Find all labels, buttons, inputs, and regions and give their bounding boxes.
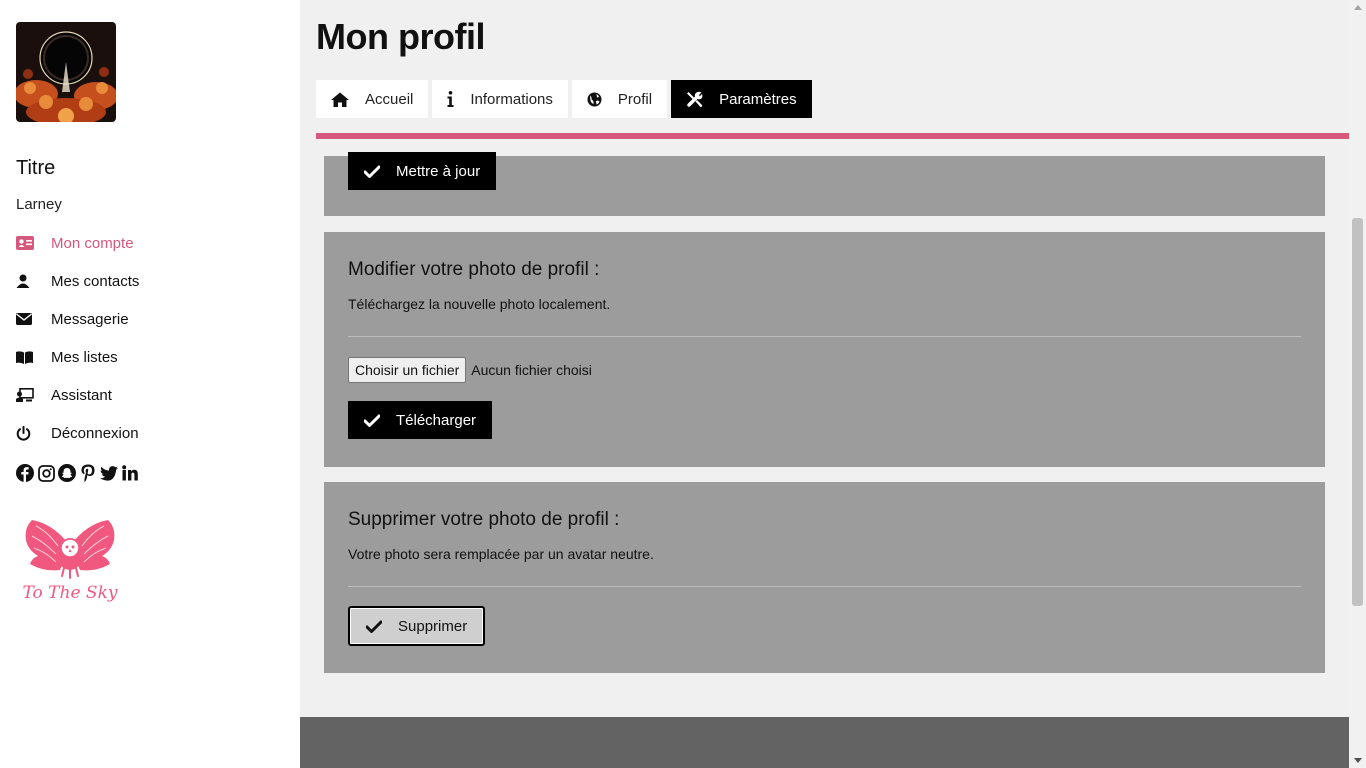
update-button[interactable]: Mettre à jour [348,152,497,190]
globe-icon [587,92,602,107]
id-card-icon [16,236,51,250]
social-links [16,463,139,483]
to-the-sky-logo: To The Sky [14,516,126,612]
upload-photo-card: Modifier votre photo de profil : Télécha… [324,232,1325,467]
tab-accueil[interactable]: Accueil [316,80,429,118]
envelope-icon [16,313,51,325]
button-label: Supprimer [398,617,468,635]
sidebar-item-mes-listes[interactable]: Mes listes [16,338,139,376]
tab-profil[interactable]: Profil [571,80,668,118]
button-label: Télécharger [396,411,477,429]
svg-text:To The Sky: To The Sky [23,583,118,603]
sidebar-item-label: Assistant [51,386,112,404]
file-status: Aucun fichier choisi [471,362,592,378]
tabs-accent-rule [316,133,1349,139]
site-title: Titre [16,157,56,179]
tab-informations[interactable]: Informations [432,80,568,118]
pinterest-icon[interactable] [79,463,97,483]
sidebar-item-mon-compte[interactable]: Mon compte [16,224,139,262]
sidebar-item-assistant[interactable]: Assistant [16,376,139,414]
choose-file-button[interactable]: Choisir un fichier [348,357,467,383]
button-label: Mettre à jour [396,162,481,180]
sidebar-item-label: Mes listes [51,348,118,366]
delete-photo-card: Supprimer votre photo de profil : Votre … [324,482,1325,673]
instagram-icon[interactable] [37,463,55,483]
tab-label: Profil [617,90,653,108]
scroll-down-arrow-icon[interactable] [1353,756,1362,764]
scroll-thumb[interactable] [1352,218,1363,606]
check-icon [364,165,380,178]
tab-label: Paramètres [719,90,797,108]
delete-button[interactable]: Supprimer [348,606,486,646]
upload-button[interactable]: Télécharger [348,401,493,439]
scroll-up-arrow-icon[interactable] [1353,3,1362,11]
home-icon [331,92,349,107]
book-icon [16,350,51,364]
sidebar-item-label: Mon compte [51,234,134,252]
file-input: Choisir un fichier Aucun fichier choisi [348,357,592,383]
delete-description: Votre photo sera remplacée par un avatar… [348,546,654,562]
tab-parametres[interactable]: Paramètres [671,80,812,118]
check-icon [366,620,382,633]
sidebar-item-messagerie[interactable]: Messagerie [16,300,139,338]
chalkboard-icon [16,388,51,402]
delete-heading: Supprimer votre photo de profil : [348,509,620,530]
main-content: Mon profil Accueil Informations Profil P… [300,0,1349,768]
sidebar-item-label: Mes contacts [51,272,140,290]
sidebar-item-mes-contacts[interactable]: Mes contacts [16,262,139,300]
linkedin-icon[interactable] [121,463,139,483]
power-icon [16,425,51,441]
facebook-icon[interactable] [16,463,34,483]
update-card: Mettre à jour [324,152,1325,216]
tab-label: Accueil [365,90,414,108]
sidebar-item-label: Déconnexion [51,424,139,442]
page-footer [300,717,1349,768]
sidebar-item-deconnexion[interactable]: Déconnexion [16,414,139,452]
user-icon [16,274,51,288]
sidebar-nav: Mon compte Mes contacts Messagerie Mes l… [16,224,139,452]
twitter-icon[interactable] [100,463,118,483]
sidebar: Titre Larney Mon compte Mes contacts Mes… [0,0,300,768]
info-icon [447,91,454,107]
divider [348,336,1301,337]
album-cover-image [16,22,116,122]
check-icon [364,414,380,427]
divider [348,586,1301,587]
scrollbar[interactable] [1349,0,1366,768]
tab-label: Informations [470,90,553,108]
page-title: Mon profil [316,16,485,57]
sidebar-item-label: Messagerie [51,310,129,328]
snapchat-icon[interactable] [58,463,76,483]
profile-tabs: Accueil Informations Profil Paramètres [316,80,812,118]
upload-heading: Modifier votre photo de profil : [348,259,600,280]
username: Larney [16,196,62,213]
tools-icon [686,91,703,108]
upload-description: Téléchargez la nouvelle photo localement… [348,296,611,312]
